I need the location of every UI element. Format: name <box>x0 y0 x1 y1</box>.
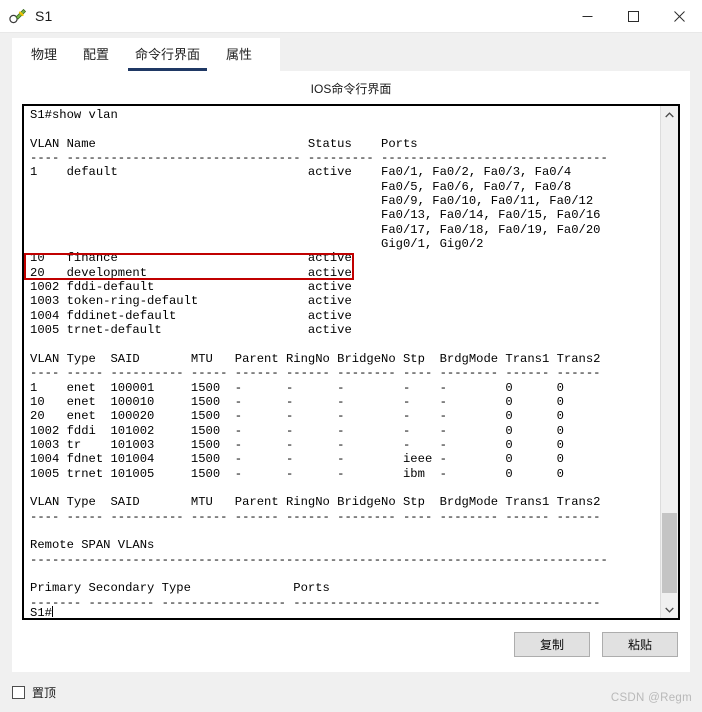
window-controls <box>564 0 702 32</box>
text-cursor <box>51 606 54 617</box>
scrollbar-track[interactable] <box>661 123 678 601</box>
scroll-down-icon[interactable] <box>661 601 678 618</box>
scroll-up-icon[interactable] <box>661 106 678 123</box>
switch-icon <box>9 7 27 25</box>
tab-config[interactable]: 配置 <box>76 42 116 71</box>
always-on-top-checkbox[interactable] <box>12 685 25 699</box>
terminal-prompt-line: S1# <box>30 606 54 618</box>
terminal-frame: 0x9A 0xF7 0xC7 0x57 0x97 0x6E 0x78 0x40 … <box>22 104 680 620</box>
window-footer: 置顶 CSDN @Regm <box>0 672 702 712</box>
window-title: S1 <box>35 8 53 24</box>
terminal-output: S1#show vlan VLAN Name Status Ports ----… <box>30 108 608 610</box>
terminal-viewport[interactable]: 0x9A 0xF7 0xC7 0x57 0x97 0x6E 0x78 0x40 … <box>24 106 660 618</box>
watermark-text: CSDN @Regm <box>610 692 692 704</box>
cli-window: S1 物理 配置 命令行界面 属性 IOS命令行界面 0x9A 0xF7 <box>0 0 702 712</box>
tab-attributes[interactable]: 属性 <box>219 42 259 71</box>
copy-button[interactable]: 复制 <box>514 632 590 657</box>
terminal-scrollbar[interactable] <box>660 106 678 618</box>
minimize-button[interactable] <box>564 0 610 32</box>
tab-cli[interactable]: 命令行界面 <box>128 42 208 71</box>
maximize-button[interactable] <box>610 0 656 32</box>
prompt-text: S1# <box>30 606 52 618</box>
tab-physical[interactable]: 物理 <box>24 42 64 71</box>
close-button[interactable] <box>656 0 702 32</box>
panel-heading: IOS命令行界面 <box>310 82 392 96</box>
always-on-top-label: 置顶 <box>32 685 57 700</box>
scrollbar-thumb[interactable] <box>662 513 677 593</box>
title-bar: S1 <box>0 0 702 33</box>
tab-strip: 物理 配置 命令行界面 属性 <box>12 38 280 71</box>
paste-button[interactable]: 粘贴 <box>602 632 678 657</box>
content-panel: IOS命令行界面 0x9A 0xF7 0xC7 0x57 0x97 0x6E 0… <box>12 71 690 672</box>
tab-strip-container: 物理 配置 命令行界面 属性 <box>0 33 702 71</box>
action-buttons: 复制 粘贴 <box>12 620 690 657</box>
